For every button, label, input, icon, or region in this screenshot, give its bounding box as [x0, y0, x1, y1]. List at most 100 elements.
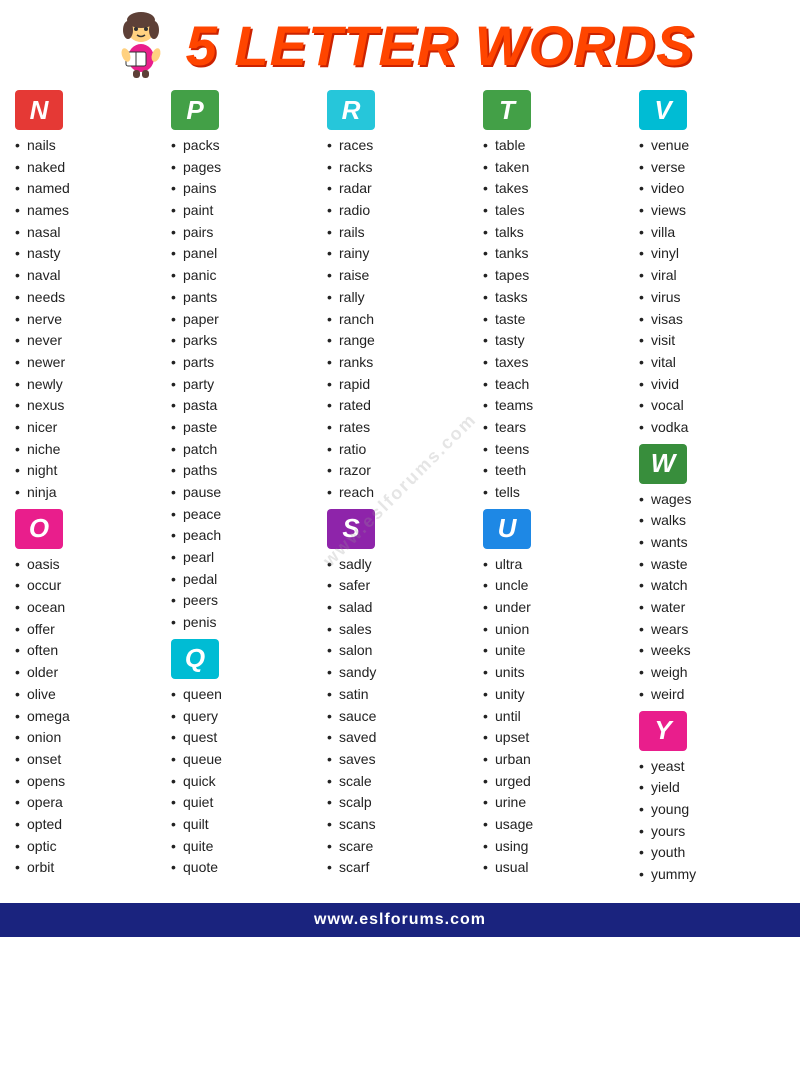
word-item: ranks: [327, 352, 473, 374]
word-item: units: [483, 662, 629, 684]
word-item: sales: [327, 619, 473, 641]
word-item: unite: [483, 640, 629, 662]
word-item: satin: [327, 684, 473, 706]
word-item: viral: [639, 265, 785, 287]
word-item: weird: [639, 684, 785, 706]
word-item: parts: [171, 352, 317, 374]
word-item: yield: [639, 777, 785, 799]
letter-badge-v: V: [639, 90, 687, 130]
word-item: nexus: [15, 395, 161, 417]
word-item: usual: [483, 857, 629, 879]
word-item: vinyl: [639, 243, 785, 265]
word-item: video: [639, 178, 785, 200]
word-item: scarf: [327, 857, 473, 879]
word-list-u: ultrauncleunderunionuniteunitsunityuntil…: [483, 554, 629, 879]
word-item: niche: [15, 439, 161, 461]
word-item: vocal: [639, 395, 785, 417]
word-list-v: venueversevideoviewsvillavinylviralvirus…: [639, 135, 785, 439]
word-item: tanks: [483, 243, 629, 265]
word-item: packs: [171, 135, 317, 157]
word-item: under: [483, 597, 629, 619]
word-item: saved: [327, 727, 473, 749]
word-item: panic: [171, 265, 317, 287]
word-item: weeks: [639, 640, 785, 662]
word-item: watch: [639, 575, 785, 597]
word-item: oasis: [15, 554, 161, 576]
word-item: party: [171, 374, 317, 396]
word-item: peace: [171, 504, 317, 526]
word-item: paper: [171, 309, 317, 331]
word-item: opted: [15, 814, 161, 836]
word-list-y: yeastyieldyoungyoursyouthyummy: [639, 756, 785, 886]
word-list-q: queenqueryquestqueuequickquietquiltquite…: [171, 684, 317, 879]
word-item: nails: [15, 135, 161, 157]
section-q: Qqueenqueryquestqueuequickquietquiltquit…: [171, 639, 317, 879]
word-item: pains: [171, 178, 317, 200]
word-item: saves: [327, 749, 473, 771]
word-list-s: sadlysafersaladsalessalonsandysatinsauce…: [327, 554, 473, 879]
word-item: races: [327, 135, 473, 157]
word-item: tasty: [483, 330, 629, 352]
column-col-p: Ppackspagespainspaintpairspanelpanicpant…: [166, 85, 322, 890]
word-item: sandy: [327, 662, 473, 684]
word-item: omega: [15, 706, 161, 728]
word-item: rapid: [327, 374, 473, 396]
word-item: waste: [639, 554, 785, 576]
word-item: tapes: [483, 265, 629, 287]
page-title: 5 LETTER WORDS: [186, 13, 695, 78]
word-item: queen: [171, 684, 317, 706]
word-item: wages: [639, 489, 785, 511]
word-item: pedal: [171, 569, 317, 591]
word-item: tells: [483, 482, 629, 504]
mascot-icon: [106, 10, 176, 80]
word-item: queue: [171, 749, 317, 771]
word-item: night: [15, 460, 161, 482]
word-item: rally: [327, 287, 473, 309]
word-item: radar: [327, 178, 473, 200]
word-list-p: packspagespainspaintpairspanelpanicpants…: [171, 135, 317, 634]
word-item: occur: [15, 575, 161, 597]
word-item: pause: [171, 482, 317, 504]
letter-badge-y: Y: [639, 711, 687, 751]
word-item: views: [639, 200, 785, 222]
word-item: raise: [327, 265, 473, 287]
word-item: villa: [639, 222, 785, 244]
letter-badge-s: S: [327, 509, 375, 549]
word-item: pearl: [171, 547, 317, 569]
word-list-t: tabletakentakestalestalkstankstapestasks…: [483, 135, 629, 504]
word-item: naval: [15, 265, 161, 287]
word-item: nicer: [15, 417, 161, 439]
word-item: yummy: [639, 864, 785, 886]
word-item: rails: [327, 222, 473, 244]
footer: www.eslforums.com: [0, 903, 800, 937]
letter-badge-p: P: [171, 90, 219, 130]
word-item: visit: [639, 330, 785, 352]
word-item: virus: [639, 287, 785, 309]
word-item: taxes: [483, 352, 629, 374]
word-list-n: nailsnakednamednamesnasalnastynavalneeds…: [15, 135, 161, 504]
word-item: weigh: [639, 662, 785, 684]
word-item: quest: [171, 727, 317, 749]
word-list-o: oasisoccuroceanofferoftenolderoliveomega…: [15, 554, 161, 879]
column-col-t: Ttabletakentakestalestalkstankstapestask…: [478, 85, 634, 890]
word-item: older: [15, 662, 161, 684]
word-item: teach: [483, 374, 629, 396]
word-item: teams: [483, 395, 629, 417]
word-item: wants: [639, 532, 785, 554]
word-item: optic: [15, 836, 161, 858]
word-item: quiet: [171, 792, 317, 814]
word-item: scalp: [327, 792, 473, 814]
word-item: nasty: [15, 243, 161, 265]
section-n: Nnailsnakednamednamesnasalnastynavalneed…: [15, 90, 161, 504]
word-item: penis: [171, 612, 317, 634]
word-item: offer: [15, 619, 161, 641]
word-item: urine: [483, 792, 629, 814]
word-item: panel: [171, 243, 317, 265]
letter-badge-q: Q: [171, 639, 219, 679]
word-item: yeast: [639, 756, 785, 778]
word-item: uncle: [483, 575, 629, 597]
page-header: 5 LETTER WORDS: [0, 0, 800, 85]
word-item: walks: [639, 510, 785, 532]
word-item: needs: [15, 287, 161, 309]
word-item: razor: [327, 460, 473, 482]
